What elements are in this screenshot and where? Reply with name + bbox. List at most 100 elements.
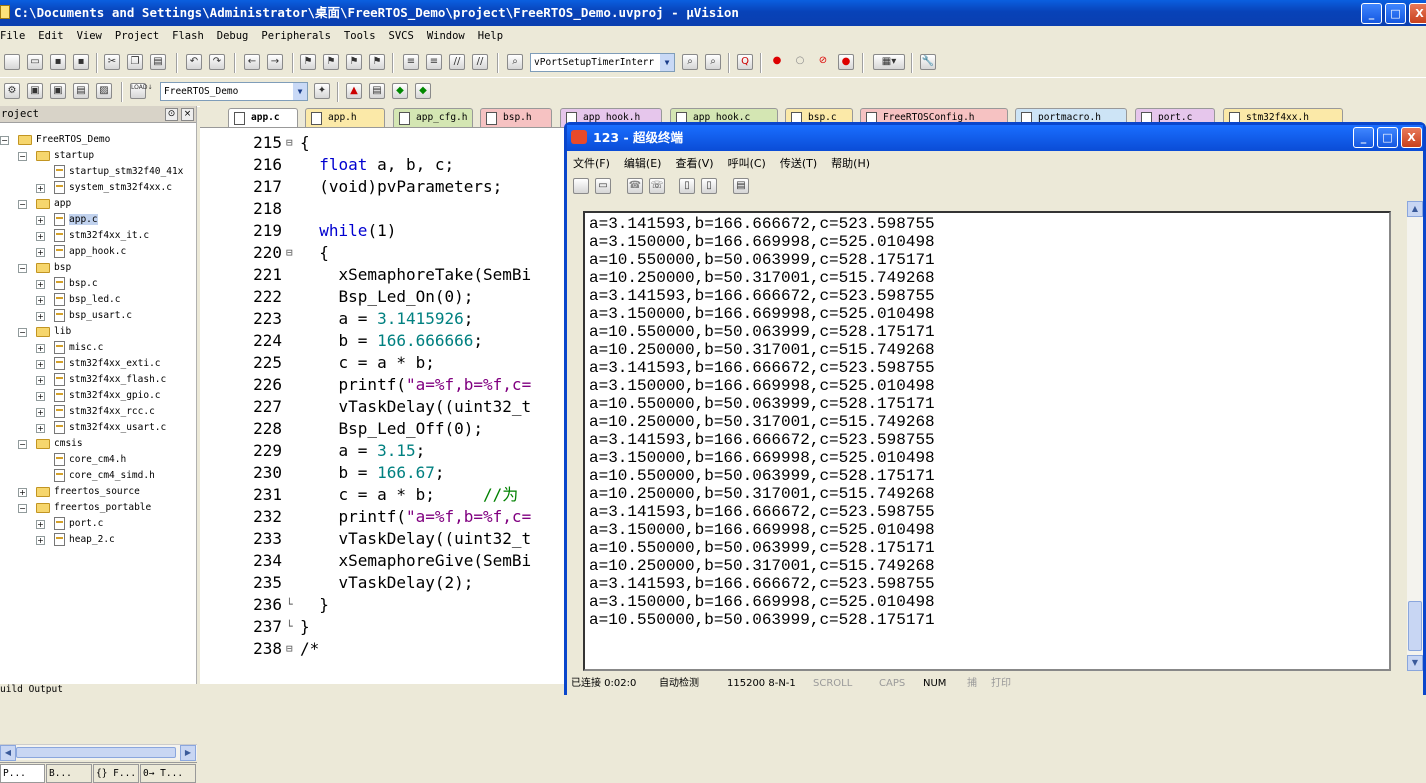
expand-icon[interactable]: + — [36, 232, 45, 241]
expand-icon[interactable]: + — [36, 424, 45, 433]
function-combo[interactable]: vPortSetupTimerInterr ▼ — [530, 53, 675, 72]
expand-icon[interactable]: + — [36, 312, 45, 321]
panel-close-icon[interactable]: × — [181, 108, 194, 121]
terminal-close-button[interactable]: X — [1401, 127, 1422, 148]
prev-bookmark-icon[interactable]: ⚑ — [323, 54, 339, 70]
clear-bookmarks-icon[interactable]: ⚑ — [369, 54, 385, 70]
bookmark-icon[interactable]: ⚑ — [300, 54, 316, 70]
tree-item[interactable]: core_cm4_simd.h — [54, 468, 155, 484]
menu-item-edit[interactable]: Edit — [38, 26, 63, 46]
chevron-down-icon[interactable]: ▼ — [293, 83, 307, 100]
terminal-menu-item[interactable]: 呼叫(C) — [728, 157, 766, 170]
expand-icon[interactable]: + — [36, 280, 45, 289]
manage-components-icon[interactable]: ▲ — [346, 83, 362, 99]
expand-icon[interactable]: + — [36, 248, 45, 257]
scroll-right-icon[interactable]: ▶ — [180, 745, 196, 761]
pin-icon[interactable]: ⊙ — [165, 108, 178, 121]
expand-icon[interactable]: + — [36, 536, 45, 545]
breakpoint-icon[interactable]: ● — [769, 54, 785, 70]
tab-books[interactable]: B... — [46, 764, 92, 783]
properties-icon[interactable]: ▤ — [733, 178, 749, 194]
scrollbar-thumb[interactable] — [1408, 601, 1422, 651]
fold-marker[interactable]: ⊟ — [286, 642, 296, 655]
menu-item-svcs[interactable]: SVCS — [389, 26, 414, 46]
tree-item[interactable]: − freertos_portable — [18, 500, 151, 516]
expand-icon[interactable]: + — [36, 408, 45, 417]
menu-item-help[interactable]: Help — [478, 26, 503, 46]
debug-start-icon[interactable]: Q — [737, 54, 753, 70]
window-title-bar[interactable]: C:\Documents and Settings\Administrator\… — [0, 0, 1426, 26]
pack-installer-icon[interactable]: ◆ — [392, 83, 408, 99]
expand-icon[interactable]: + — [18, 488, 27, 497]
receive-icon[interactable]: ▯ — [701, 178, 717, 194]
terminal-maximize-button[interactable]: □ — [1377, 127, 1398, 148]
terminal-title-bar[interactable]: 123 - 超级终端 _ □ X — [567, 125, 1423, 151]
paste-icon[interactable]: ▤ — [150, 54, 166, 70]
expand-icon[interactable]: + — [36, 360, 45, 369]
tree-item[interactable]: − bsp — [18, 260, 71, 276]
unindent-icon[interactable]: ≡ — [426, 54, 442, 70]
scroll-left-icon[interactable]: ◀ — [0, 745, 16, 761]
menu-item-peripherals[interactable]: Peripherals — [261, 26, 331, 46]
file-extensions-icon[interactable]: ▤ — [369, 83, 385, 99]
tree-item[interactable]: − FreeRTOS_Demo — [0, 132, 110, 148]
file-tab[interactable]: bsp.h — [480, 108, 552, 127]
terminal-menu-item[interactable]: 查看(V) — [675, 157, 713, 170]
find-icon[interactable]: ⌕ — [682, 54, 698, 70]
menu-item-file[interactable]: File — [0, 26, 25, 46]
tree-item[interactable]: + misc.c — [36, 340, 103, 356]
expand-icon[interactable]: + — [36, 376, 45, 385]
collapse-icon[interactable]: − — [18, 504, 27, 513]
tree-item[interactable]: + bsp_usart.c — [36, 308, 132, 324]
fold-marker[interactable]: ⊟ — [286, 136, 296, 149]
new-file-icon[interactable] — [4, 54, 20, 70]
menu-item-view[interactable]: View — [77, 26, 102, 46]
menu-item-flash[interactable]: Flash — [172, 26, 204, 46]
rebuild-icon[interactable]: ▣ — [50, 83, 66, 99]
expand-icon[interactable]: + — [36, 216, 45, 225]
expand-icon[interactable]: + — [36, 392, 45, 401]
disable-all-breakpoints-icon[interactable]: ● — [838, 54, 854, 70]
window-layout-icon[interactable]: ▦▾ — [873, 54, 905, 70]
target-combo[interactable]: FreeRTOS_Demo ▼ — [160, 82, 308, 101]
fold-marker[interactable]: └ — [286, 598, 296, 611]
indent-icon[interactable]: ≡ — [403, 54, 419, 70]
call-icon[interactable]: ☎ — [627, 178, 643, 194]
open-folder-icon[interactable]: ▭ — [27, 54, 43, 70]
tree-item[interactable]: + heap_2.c — [36, 532, 115, 548]
undo-icon[interactable]: ↶ — [186, 54, 202, 70]
terminal-menu-item[interactable]: 帮助(H) — [831, 157, 870, 170]
send-icon[interactable]: ▯ — [679, 178, 695, 194]
tree-item[interactable]: + bsp.c — [36, 276, 98, 292]
tree-item[interactable]: + freertos_source — [18, 484, 140, 500]
file-tab[interactable]: app_cfg.h — [393, 108, 473, 127]
tree-item[interactable]: + app_hook.c — [36, 244, 126, 260]
terminal-screen[interactable]: a=3.141593,b=166.666672,c=523.598755 a=3.… — [583, 211, 1391, 671]
incremental-find-icon[interactable]: ⌕ — [705, 54, 721, 70]
tree-item[interactable]: + port.c — [36, 516, 103, 532]
tree-item[interactable]: + stm32f4xx_exti.c — [36, 356, 161, 372]
open-icon[interactable]: ▭ — [595, 178, 611, 194]
collapse-icon[interactable]: − — [18, 200, 27, 209]
tab-templates[interactable]: 0→ T... — [140, 764, 196, 783]
collapse-icon[interactable]: − — [0, 136, 9, 145]
tree-item[interactable]: core_cm4.h — [54, 452, 126, 468]
nav-back-icon[interactable]: ← — [244, 54, 260, 70]
tree-item[interactable]: − startup — [18, 148, 94, 164]
chevron-down-icon[interactable]: ▼ — [660, 54, 674, 71]
close-button[interactable]: X — [1409, 3, 1426, 24]
tree-item[interactable]: + stm32f4xx_gpio.c — [36, 388, 161, 404]
save-icon[interactable]: ▪ — [50, 54, 66, 70]
copy-icon[interactable]: ❐ — [127, 54, 143, 70]
cut-icon[interactable]: ✂ — [104, 54, 120, 70]
collapse-icon[interactable]: − — [18, 152, 27, 161]
collapse-icon[interactable]: − — [18, 440, 27, 449]
redo-icon[interactable]: ↷ — [209, 54, 225, 70]
scroll-down-icon[interactable]: ▼ — [1407, 655, 1423, 671]
uncomment-icon[interactable]: // — [472, 54, 488, 70]
expand-icon[interactable]: + — [36, 344, 45, 353]
expand-icon[interactable]: + — [36, 520, 45, 529]
terminal-menu-item[interactable]: 文件(F) — [573, 157, 610, 170]
target-options-magic-wand-icon[interactable]: ✦ — [314, 83, 330, 99]
scroll-up-icon[interactable]: ▲ — [1407, 201, 1423, 217]
